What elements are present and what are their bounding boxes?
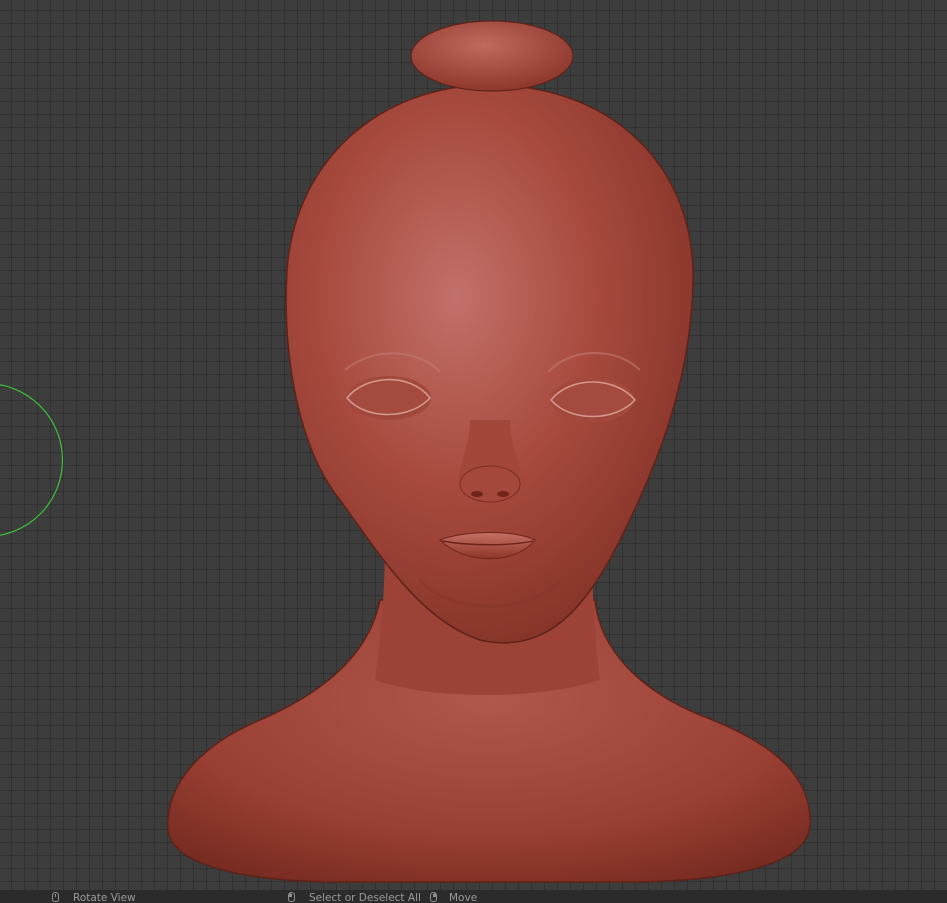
status-hint-select: Select or Deselect All <box>288 892 421 903</box>
status-hint-move: Move <box>430 892 477 903</box>
right-mouse-icon <box>430 892 437 902</box>
middle-mouse-icon <box>52 892 59 902</box>
left-mouse-icon <box>288 892 295 902</box>
status-bar: Rotate View Select or Deselect All Move <box>0 890 947 903</box>
status-hint-label: Move <box>449 892 478 903</box>
status-hint-rotate: Rotate View <box>52 892 136 903</box>
status-hint-label: Select or Deselect All <box>309 892 421 903</box>
hair-bun <box>410 20 574 92</box>
3d-viewport[interactable] <box>0 0 947 890</box>
status-hint-label: Rotate View <box>73 892 136 903</box>
sculpt-mesh-bust[interactable] <box>0 0 947 890</box>
